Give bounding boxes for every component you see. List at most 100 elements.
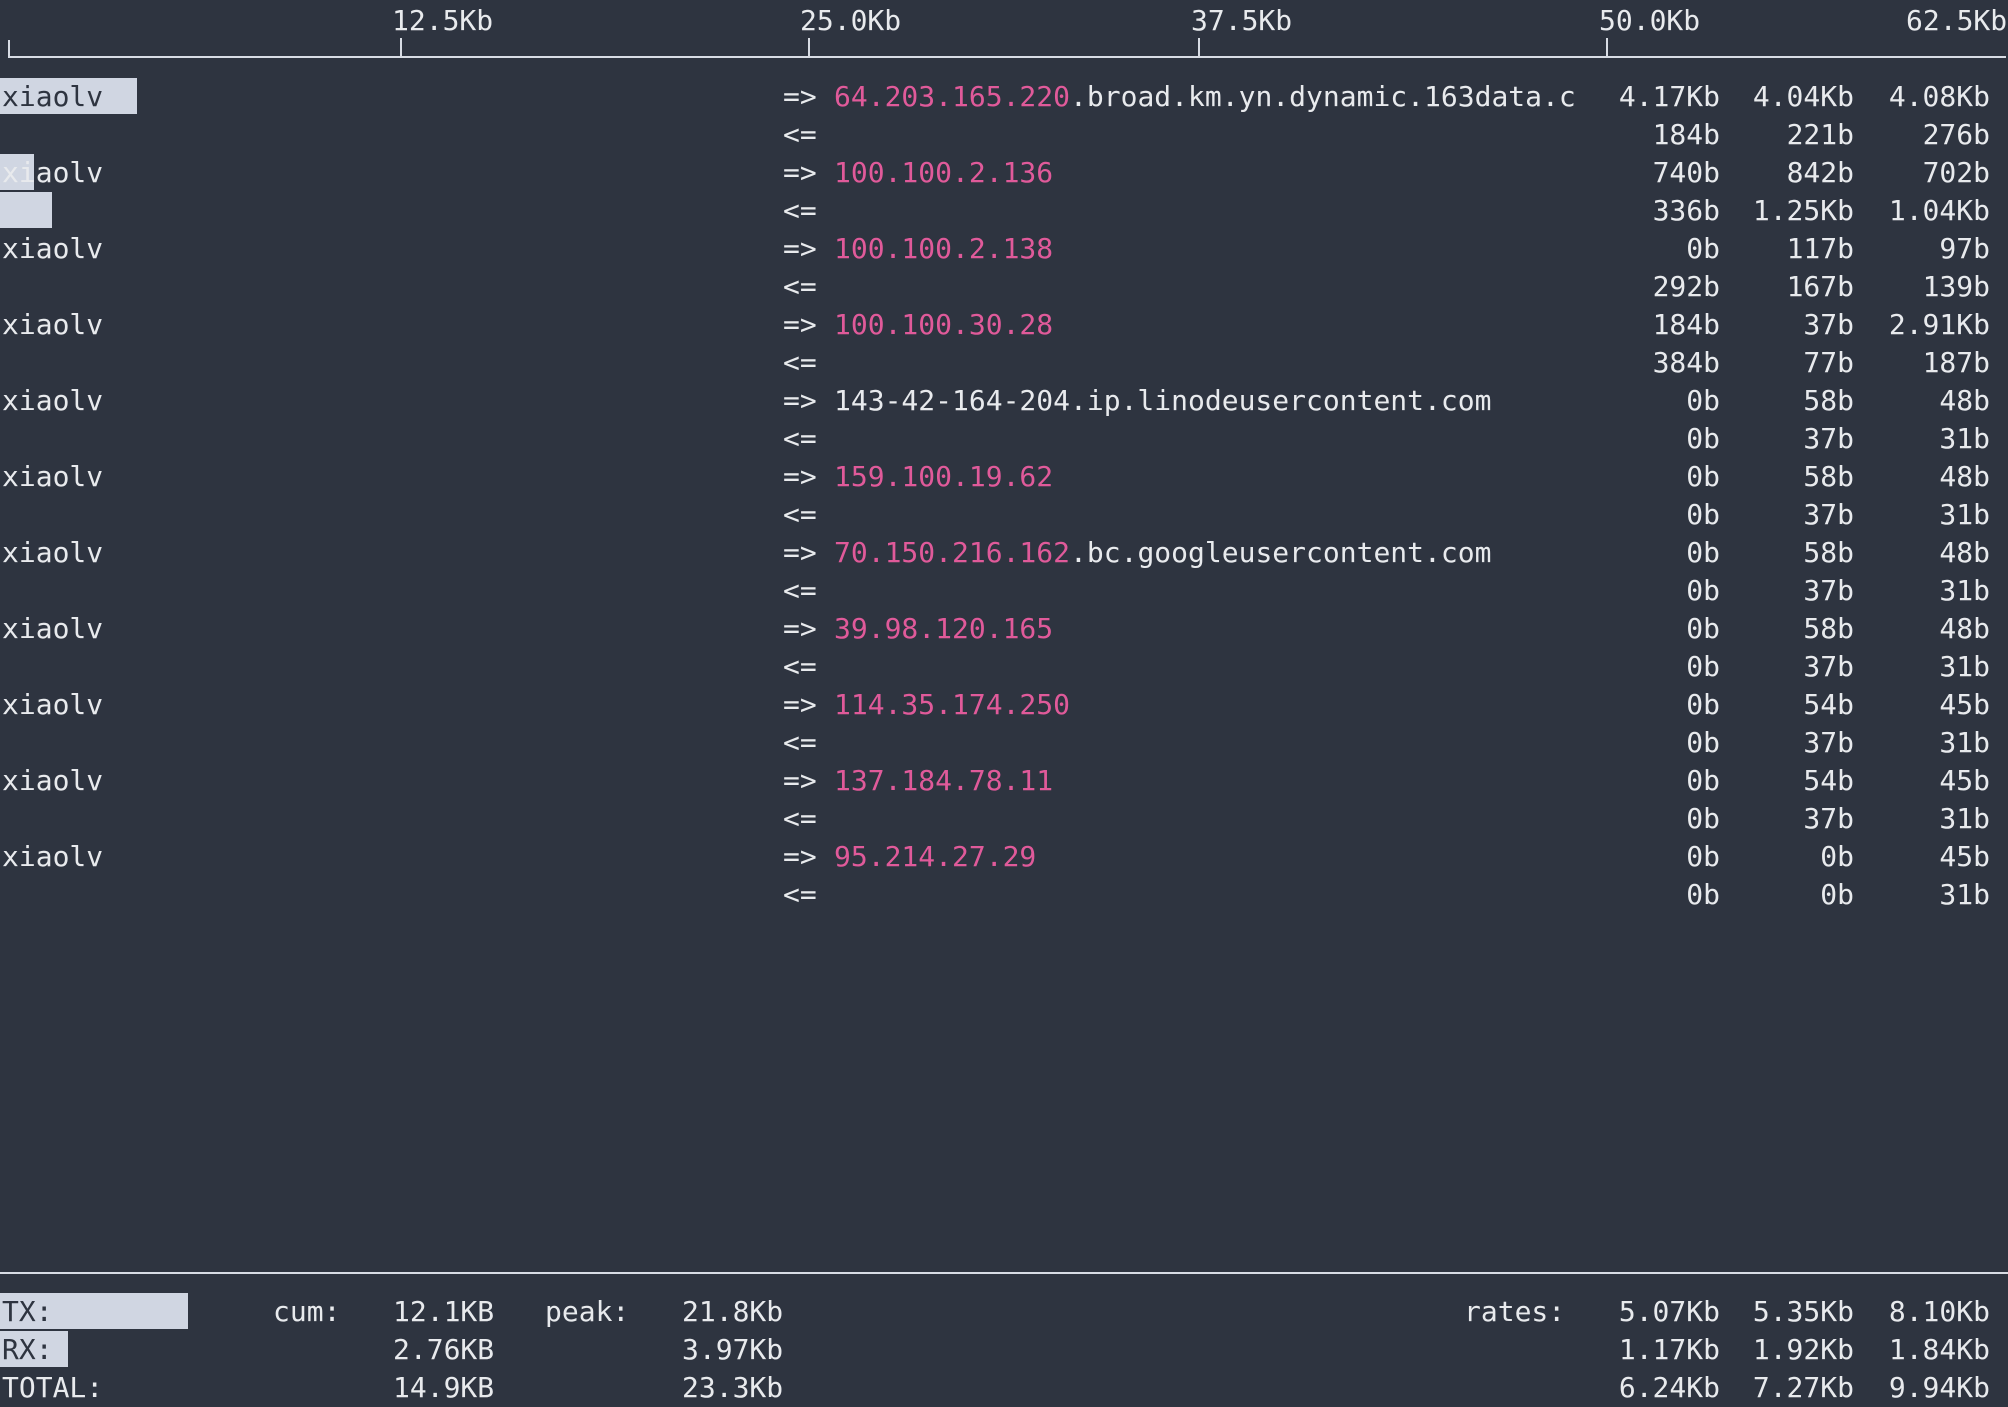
- rate-total-40s: 9.94Kb: [1888, 1371, 1990, 1404]
- rates-label: rates:: [1464, 1295, 1566, 1328]
- remote-host: 159.100.19.62: [834, 458, 1053, 496]
- rx-rate: 221b: [1786, 118, 1854, 151]
- rx-rate: 37b: [1803, 650, 1854, 683]
- host-name: xiaolv: [2, 688, 104, 721]
- inbound-arrow: <=: [783, 498, 817, 531]
- peak-label: peak:: [545, 1295, 630, 1328]
- rx-rate: 187b: [1922, 346, 1990, 379]
- remote-domain: .broad.km.yn.dynamic.163data.c: [1070, 80, 1576, 113]
- tx-rate: 702b: [1922, 156, 1990, 189]
- inbound-arrow: <=: [783, 802, 817, 835]
- rx-rate: 184b: [1652, 118, 1720, 151]
- rx-rate: 167b: [1786, 270, 1854, 303]
- rx-rate: 0b: [1686, 574, 1720, 607]
- rx-rate: 276b: [1922, 118, 1990, 151]
- cum-tx-value: 12.1KB: [393, 1295, 495, 1328]
- tx-rate: 0b: [1686, 460, 1720, 493]
- tx-rate: 0b: [1686, 536, 1720, 569]
- remote-ip: 100.100.2.138: [834, 232, 1054, 265]
- outbound-arrow: =>: [783, 80, 817, 113]
- inbound-arrow: <=: [783, 346, 817, 379]
- tx-rate: 54b: [1803, 764, 1854, 797]
- host-name: xiaolv: [2, 764, 104, 797]
- cum-rx-value: 2.76KB: [393, 1333, 495, 1366]
- host-name: xiaolv: [2, 840, 104, 873]
- scale-label: 50.0Kb: [1599, 4, 1701, 37]
- rate-tx-40s: 8.10Kb: [1888, 1295, 1990, 1328]
- rx-rate: 139b: [1922, 270, 1990, 303]
- tx-rate: 0b: [1686, 764, 1720, 797]
- outbound-arrow: =>: [783, 232, 817, 265]
- tx-rate: 2.91Kb: [1888, 308, 1990, 341]
- tx-rate: 0b: [1686, 688, 1720, 721]
- rx-rate: 31b: [1939, 802, 1990, 835]
- scale-label: 37.5Kb: [1191, 4, 1293, 37]
- remote-domain: .bc.googleusercontent.com: [1070, 536, 1492, 569]
- tx-rate: 97b: [1939, 232, 1990, 265]
- outbound-arrow: =>: [783, 840, 817, 873]
- rx-rate: 37b: [1803, 802, 1854, 835]
- rx-rate: 1.25Kb: [1752, 194, 1854, 227]
- rx-rate: 31b: [1939, 726, 1990, 759]
- cum-label: cum:: [273, 1295, 341, 1328]
- remote-ip: 100.100.2.136: [834, 156, 1054, 189]
- rx-rate: 31b: [1939, 422, 1990, 455]
- tx-rate: 48b: [1939, 460, 1990, 493]
- tx-rate: 4.08Kb: [1888, 80, 1990, 113]
- rx-rate: 0b: [1686, 498, 1720, 531]
- host-name: xiaolv: [2, 80, 104, 113]
- scale-tick: [1198, 38, 1200, 58]
- remote-host: 137.184.78.11: [834, 762, 1053, 800]
- usage-bar: [0, 192, 52, 228]
- tx-rate: 740b: [1652, 156, 1720, 189]
- scale-tick: [400, 38, 402, 58]
- footer-divider: [0, 1272, 2008, 1274]
- tx-rate: 4.17Kb: [1618, 80, 1720, 113]
- tx-rate: 45b: [1939, 840, 1990, 873]
- rx-rate: 0b: [1686, 726, 1720, 759]
- scale-tick: [808, 38, 810, 58]
- tx-rate: 58b: [1803, 384, 1854, 417]
- rx-rate: 31b: [1939, 498, 1990, 531]
- host-name: xiaolv: [2, 232, 104, 265]
- rx-rate: 77b: [1803, 346, 1854, 379]
- outbound-arrow: =>: [783, 536, 817, 569]
- tx-rate: 58b: [1803, 460, 1854, 493]
- rx-rate: 0b: [1686, 650, 1720, 683]
- remote-host: 39.98.120.165: [834, 610, 1053, 648]
- rx-rate: 384b: [1652, 346, 1720, 379]
- outbound-arrow: =>: [783, 460, 817, 493]
- outbound-arrow: =>: [783, 688, 817, 721]
- scale-tick: [1606, 38, 1608, 58]
- tx-rate: 54b: [1803, 688, 1854, 721]
- tx-rate: 117b: [1786, 232, 1854, 265]
- rate-rx-2s: 1.17Kb: [1618, 1333, 1720, 1366]
- rx-label: RX:: [2, 1333, 53, 1366]
- remote-ip: 64.203.165.220: [834, 80, 1071, 113]
- tx-rate: 0b: [1686, 612, 1720, 645]
- rate-rx-10s: 1.92Kb: [1752, 1333, 1854, 1366]
- remote-host: 114.35.174.250: [834, 686, 1070, 724]
- scale-label: 25.0Kb: [800, 4, 902, 37]
- outbound-arrow: =>: [783, 156, 817, 189]
- rx-rate: 37b: [1803, 726, 1854, 759]
- cum-total-value: 14.9KB: [393, 1371, 495, 1404]
- total-label: TOTAL:: [2, 1371, 104, 1404]
- host-name: xiaolv: [2, 460, 104, 493]
- peak-rx-value: 3.97Kb: [682, 1333, 784, 1366]
- scale-axis: [8, 56, 2006, 58]
- inbound-arrow: <=: [783, 574, 817, 607]
- inbound-arrow: <=: [783, 726, 817, 759]
- inbound-arrow: <=: [783, 650, 817, 683]
- outbound-arrow: =>: [783, 612, 817, 645]
- tx-rate: 48b: [1939, 612, 1990, 645]
- inbound-arrow: <=: [783, 422, 817, 455]
- remote-host: 64.203.165.220.broad.km.yn.dynamic.163da…: [834, 78, 1576, 116]
- inbound-arrow: <=: [783, 194, 817, 227]
- host-name: xiaolv: [2, 536, 104, 569]
- remote-host: 95.214.27.29: [834, 838, 1036, 876]
- rate-tx-10s: 5.35Kb: [1752, 1295, 1854, 1328]
- rate-tx-2s: 5.07Kb: [1618, 1295, 1720, 1328]
- host-name: xiaolv: [2, 156, 104, 189]
- remote-ip: 70.150.216.162: [834, 536, 1071, 569]
